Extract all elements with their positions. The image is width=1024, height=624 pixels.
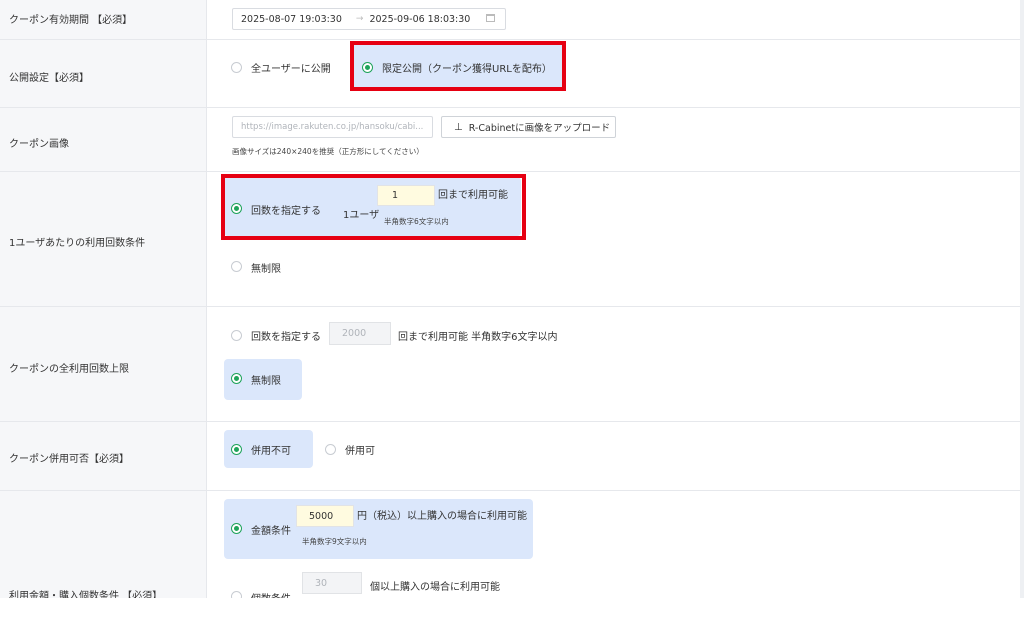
row-validity: クーポン有効期間 【必須】 2025-08-07 19:03:30 → 2025… (0, 0, 1020, 40)
label-cell: クーポン画像 (0, 108, 207, 171)
radio-count[interactable] (231, 591, 242, 598)
row-image: クーポン画像 https://image.rakuten.co.jp/hanso… (0, 108, 1020, 172)
per-user-unlimited-label: 無制限 (251, 264, 281, 275)
upload-icon: ⊥ (454, 121, 463, 133)
image-url-input[interactable]: https://image.rakuten.co.jp/hansoku/cabi… (232, 116, 433, 138)
count-suffix: 個以上購入の場合に利用可能 (370, 582, 500, 593)
per-user-label: 1ユーザあたりの利用回数条件 (9, 238, 146, 249)
count-input[interactable]: 30 (302, 572, 362, 594)
amount-hint: 半角数字9文字以内 (302, 537, 367, 546)
scrollbar[interactable] (1020, 0, 1024, 598)
upload-button[interactable]: ⊥ R-Cabinetに画像をアップロード (441, 116, 616, 138)
radio-combine-no[interactable] (231, 444, 242, 455)
total-label: クーポンの全利用回数上限 (9, 364, 129, 375)
radio-amount[interactable] (231, 523, 242, 534)
label-cell: 利用金額・購入個数条件 【必須】 (0, 491, 207, 598)
radio-per-user-unlimited[interactable] (231, 261, 242, 272)
upload-label: R-Cabinetに画像をアップロード (468, 123, 611, 134)
coupon-form: クーポン有効期間 【必須】 2025-08-07 19:03:30 → 2025… (0, 0, 1024, 598)
row-per-user: 1ユーザあたりの利用回数条件 回数を指定する 1ユーザ 1 回まで利用可能 半角… (0, 172, 1020, 307)
total-count-input[interactable]: 2000 (329, 322, 391, 345)
label-cell: クーポンの全利用回数上限 (0, 307, 207, 421)
end-date: 2025-09-06 18:03:30 (369, 13, 471, 25)
annotation-box (221, 174, 526, 240)
validity-label: クーポン有効期間 【必須】 (9, 15, 133, 26)
count-option-label: 個数条件 (251, 590, 291, 598)
row-amount: 利用金額・購入個数条件 【必須】 金額条件 5000 円（税込）以上購入の場合に… (0, 491, 1020, 598)
radio-total-specify[interactable] (231, 330, 242, 341)
label-cell: クーポン有効期間 【必須】 (0, 0, 207, 39)
image-size-hint: 画像サイズは240×240を推奨（正方形にしてください） (232, 147, 424, 156)
combine-yes-label: 併用可 (345, 446, 375, 457)
row-publish: 公開設定【必須】 全ユーザーに公開 限定公開（クーポン獲得URLを配布） (0, 40, 1020, 108)
amount-label: 利用金額・購入個数条件 【必須】 (9, 591, 163, 598)
publish-all-label: 全ユーザーに公開 (251, 64, 331, 75)
bottom-blank-area (0, 598, 1024, 624)
label-cell: 1ユーザあたりの利用回数条件 (0, 172, 207, 306)
publish-label: 公開設定【必須】 (9, 73, 89, 84)
row-total: クーポンの全利用回数上限 回数を指定する 2000 回まで利用可能 半角数字6文… (0, 307, 1020, 422)
image-label: クーポン画像 (9, 139, 69, 150)
start-date: 2025-08-07 19:03:30 (241, 13, 342, 25)
radio-total-unlimited[interactable] (231, 373, 242, 384)
combine-label: クーポン併用可否【必須】 (9, 454, 129, 465)
amount-input[interactable]: 5000 (296, 505, 354, 527)
amount-option-label: 金額条件 (251, 526, 291, 537)
date-range-picker[interactable]: 2025-08-07 19:03:30 → 2025-09-06 18:03:3… (232, 8, 506, 30)
total-unlimited-label: 無制限 (251, 376, 281, 387)
radio-combine-yes[interactable] (325, 444, 336, 455)
combine-no-label: 併用不可 (251, 446, 291, 457)
total-specify-label: 回数を指定する (251, 332, 321, 343)
total-suffix: 回まで利用可能 半角数字6文字以内 (398, 332, 558, 343)
amount-suffix: 円（税込）以上購入の場合に利用可能 (357, 511, 527, 522)
calendar-icon[interactable] (486, 14, 495, 22)
label-cell: 公開設定【必須】 (0, 40, 207, 107)
row-combine: クーポン併用可否【必須】 併用不可 併用可 (0, 422, 1020, 491)
radio-publish-all[interactable] (231, 62, 242, 73)
annotation-box (350, 41, 566, 91)
label-cell: クーポン併用可否【必須】 (0, 422, 207, 490)
range-arrow: → (355, 14, 364, 24)
